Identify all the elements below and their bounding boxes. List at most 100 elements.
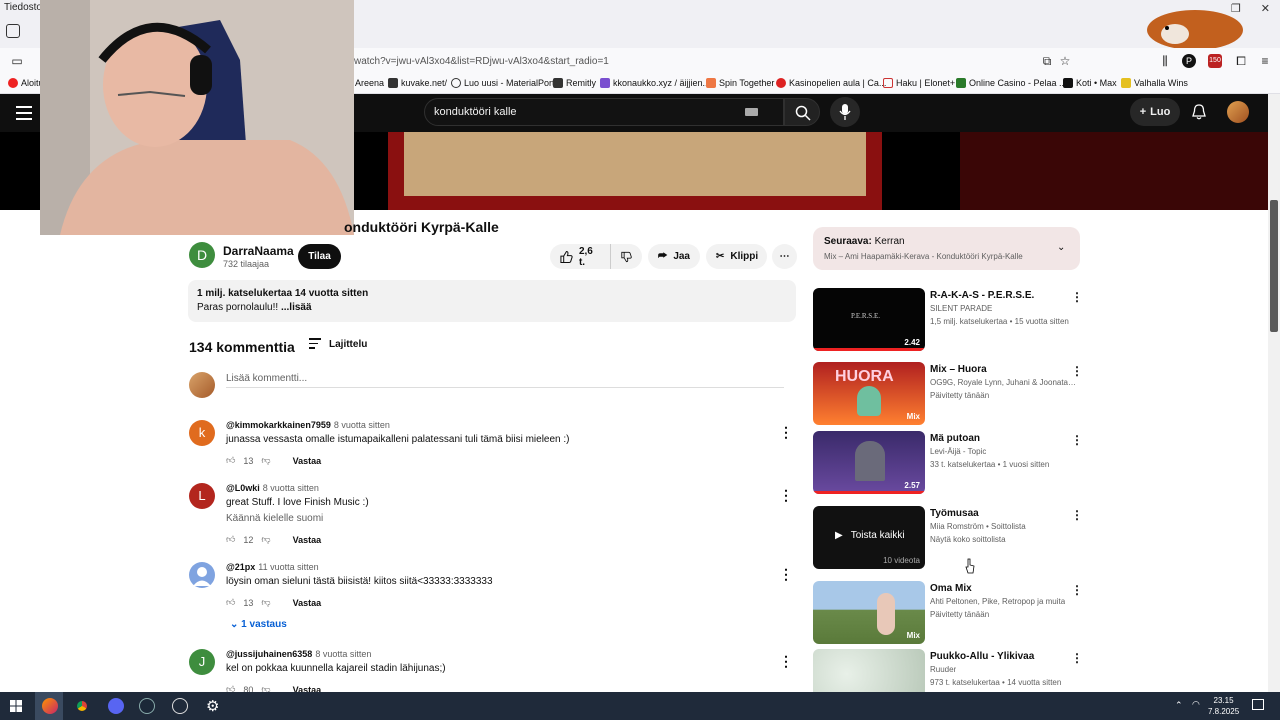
sort-icon[interactable]: [309, 338, 321, 352]
dislike-button[interactable]: [610, 244, 642, 269]
close-window-icon[interactable]: ✕: [1261, 2, 1270, 15]
notifications-bell-icon[interactable]: [1191, 104, 1207, 120]
network-icon[interactable]: ◠: [1192, 699, 1200, 710]
star-bookmark-icon[interactable]: ☆: [1058, 54, 1072, 68]
video-thumbnail[interactable]: Mix: [813, 581, 925, 644]
comment-dislike-icon[interactable]: 👎︎: [261, 597, 270, 608]
create-button[interactable]: + Luo: [1130, 98, 1180, 126]
extension-p-icon[interactable]: P: [1182, 54, 1196, 68]
up-next-panel[interactable]: [813, 227, 1080, 270]
reply-button[interactable]: Vastaa: [293, 535, 322, 545]
ublock-icon[interactable]: 150: [1208, 54, 1222, 68]
comment-more-icon[interactable]: ⋮: [779, 653, 793, 670]
comment-avatar[interactable]: [189, 562, 215, 588]
firefox-icon[interactable]: [42, 698, 58, 714]
recommendation-item[interactable]: 2.57 Mä putoan Levi-Äijä - Topic 33 t. k…: [813, 431, 1083, 495]
bookmark-4[interactable]: Luo uusi - MaterialPort: [451, 78, 555, 88]
bookmark-3[interactable]: kuvake.net/: [388, 78, 447, 88]
comment-more-icon[interactable]: ⋮: [779, 487, 793, 504]
translate-link[interactable]: Käännä kielelle suomi: [226, 513, 323, 524]
bookmark-10[interactable]: Online Casino - Pelaa ...: [956, 78, 1067, 88]
comment-dislike-icon[interactable]: 👎︎: [261, 534, 270, 545]
tray-chevron-icon[interactable]: ⌃: [1175, 700, 1183, 711]
voice-search-button[interactable]: [830, 97, 860, 127]
bookmark-9[interactable]: Haku | Elonet+: [883, 78, 955, 88]
comment-like-icon[interactable]: 👍︎: [226, 597, 235, 608]
bookmark-11[interactable]: Koti • Max: [1063, 78, 1117, 88]
tab-overview-icon[interactable]: [6, 24, 20, 38]
bookmark-12[interactable]: Valhalla Wins: [1121, 78, 1188, 88]
video-thumbnail[interactable]: [813, 649, 925, 692]
more-actions-button[interactable]: ⋯: [772, 244, 797, 269]
comment-avatar[interactable]: k: [189, 420, 215, 446]
recommendation-item[interactable]: Mix Oma Mix Ahti Peltonen, Pike, Retropo…: [813, 581, 1083, 645]
comment-dislike-icon[interactable]: 👎︎: [261, 455, 270, 466]
playlist-thumbnail[interactable]: ▶ Toista kaikki 10 videota: [813, 506, 925, 569]
chrome-icon[interactable]: [74, 698, 90, 714]
channel-avatar[interactable]: D: [189, 242, 215, 268]
scrollbar-thumb[interactable]: [1270, 200, 1278, 332]
video-thumbnail[interactable]: HUORA Mix: [813, 362, 925, 425]
settings-gear-icon[interactable]: ⚙: [206, 697, 219, 715]
search-button[interactable]: [784, 98, 820, 126]
rec-more-icon[interactable]: ⋮: [1071, 433, 1083, 447]
pip-icon[interactable]: ⧉: [1040, 54, 1054, 68]
sidebar-toggle-icon[interactable]: ▭: [10, 54, 24, 68]
recommendation-item[interactable]: ▶ Toista kaikki 10 videota Työmusaa Miia …: [813, 506, 1083, 570]
recommendation-item[interactable]: P.E.R.S.E. 2.42 R-A-K-A-S - P.E.R.S.E. S…: [813, 288, 1083, 352]
comment-avatar[interactable]: L: [189, 483, 215, 509]
comment-like-icon[interactable]: 👍︎: [226, 534, 235, 545]
rec-more-icon[interactable]: ⋮: [1071, 651, 1083, 665]
taskbar-clock[interactable]: 23.15 7.8.2025: [1208, 695, 1239, 717]
menu-file[interactable]: Tiedosto: [4, 2, 42, 13]
page-scrollbar[interactable]: [1268, 94, 1280, 692]
recommendation-item[interactable]: Puukko-Allu - Ylikivaa Ruuder 973 t. kat…: [813, 649, 1083, 692]
rec-more-icon[interactable]: ⋮: [1071, 290, 1083, 304]
recommendation-item[interactable]: HUORA Mix Mix – Huora OG9G, Royale Lynn,…: [813, 362, 1083, 426]
video-thumbnail[interactable]: P.E.R.S.E. 2.42: [813, 288, 925, 351]
share-button[interactable]: ⮫ Jaa: [648, 244, 700, 269]
xbox-icon[interactable]: [172, 698, 188, 714]
menu-icon[interactable]: ≡: [1258, 54, 1272, 68]
keyboard-icon[interactable]: [745, 108, 758, 116]
bookmark-6[interactable]: kkonaukko.xyz / äijjien...: [600, 78, 710, 88]
rec-more-icon[interactable]: ⋮: [1071, 364, 1083, 378]
description-box[interactable]: [188, 280, 796, 322]
bookmark-1[interactable]: Aloitu: [8, 78, 44, 88]
discord-icon[interactable]: [108, 698, 124, 714]
steam-icon[interactable]: [139, 698, 155, 714]
view-playlist-link[interactable]: Näytä koko soittolista: [930, 535, 1006, 544]
comment-author[interactable]: @jussijuhainen6358 8 vuotta sitten: [226, 649, 371, 659]
bookmark-7[interactable]: Spin Together: [706, 78, 774, 88]
bookmark-5[interactable]: Remitly: [553, 78, 596, 88]
channel-name[interactable]: DarraNaama: [223, 244, 294, 258]
restore-icon[interactable]: ❐: [1231, 2, 1241, 15]
comment-more-icon[interactable]: ⋮: [779, 566, 793, 583]
show-more-link[interactable]: ...lisää: [281, 302, 312, 313]
rec-more-icon[interactable]: ⋮: [1071, 583, 1083, 597]
guide-menu-icon[interactable]: [16, 106, 32, 124]
windows-start-icon[interactable]: [10, 700, 22, 712]
rec-more-icon[interactable]: ⋮: [1071, 508, 1083, 522]
account-avatar[interactable]: [1227, 101, 1249, 123]
bookmark-8[interactable]: Kasinopelien aula | Ca...: [776, 78, 886, 88]
video-thumbnail[interactable]: 2.57: [813, 431, 925, 494]
add-comment-input[interactable]: Lisää kommentti...: [226, 373, 307, 384]
library-icon[interactable]: ⫼: [1158, 54, 1172, 68]
comment-author[interactable]: @21px 11 vuotta sitten: [226, 562, 319, 572]
play-all-label[interactable]: ▶ Toista kaikki: [835, 530, 905, 541]
view-replies-button[interactable]: ⌄ 1 vastaus: [230, 619, 287, 630]
notification-center-icon[interactable]: [1252, 699, 1264, 710]
sort-button[interactable]: Lajittelu: [329, 339, 367, 350]
comment-avatar[interactable]: J: [189, 649, 215, 675]
like-button[interactable]: 2,6 t.: [550, 244, 610, 269]
comment-more-icon[interactable]: ⋮: [779, 424, 793, 441]
comment-like-icon[interactable]: 👍︎: [226, 455, 235, 466]
url-field[interactable]: watch?v=jwu-vAl3xo4&list=RDjwu-vAl3xo4&s…: [354, 56, 609, 67]
chevron-down-icon[interactable]: ⌄: [1057, 242, 1065, 253]
reply-button[interactable]: Vastaa: [293, 456, 322, 466]
bookmark-2[interactable]: Areena: [355, 78, 384, 88]
extensions-icon[interactable]: ⧠: [1234, 54, 1248, 68]
subscribe-button[interactable]: Tilaa: [298, 244, 341, 269]
comment-author[interactable]: @kimmokarkkainen7959 8 vuotta sitten: [226, 420, 390, 430]
